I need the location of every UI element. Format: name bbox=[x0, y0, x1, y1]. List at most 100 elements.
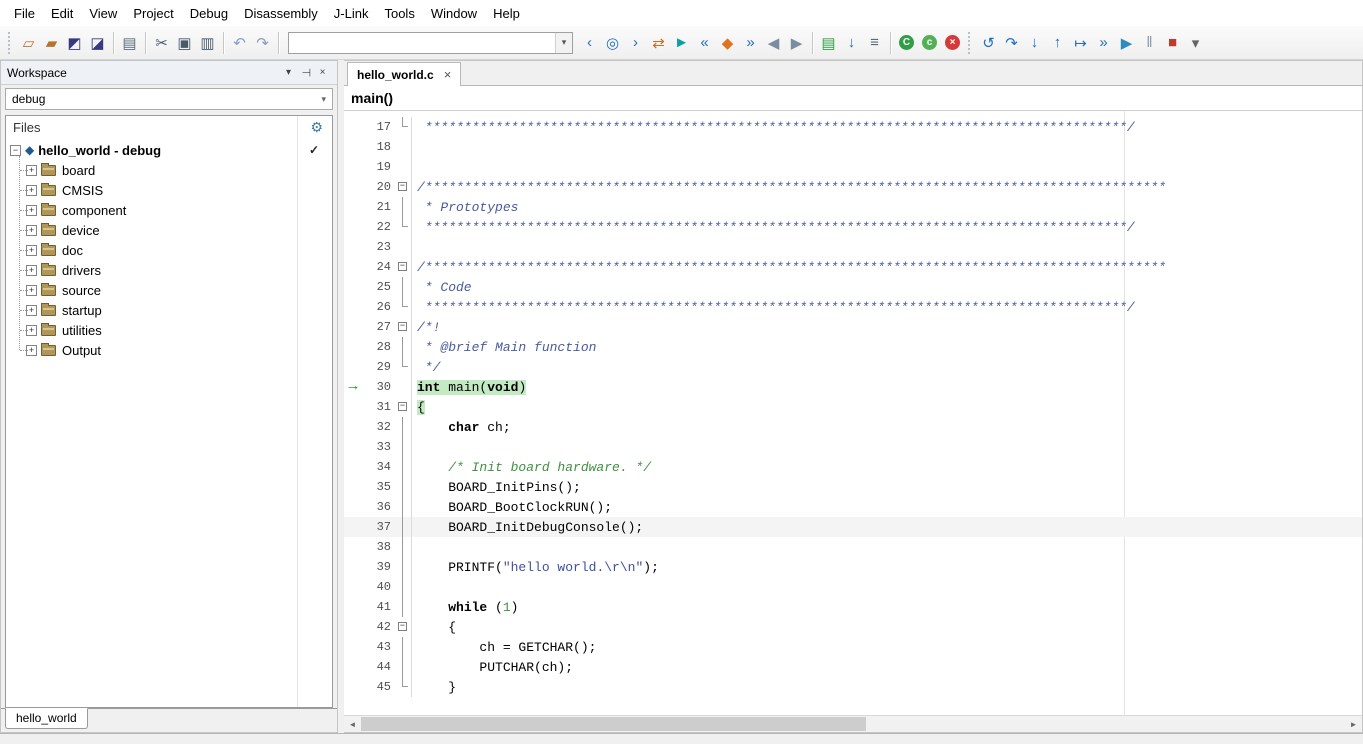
expand-icon[interactable]: + bbox=[26, 265, 37, 276]
window-menu-icon[interactable]: ▾ bbox=[280, 67, 297, 78]
code-line-43[interactable]: 43 ch = GETCHAR(); bbox=[344, 637, 1362, 657]
horizontal-scrollbar[interactable]: ◄ ► bbox=[344, 715, 1362, 732]
code-text[interactable]: ch = GETCHAR(); bbox=[412, 640, 1362, 655]
tree-item-output[interactable]: +Output bbox=[10, 340, 332, 360]
expand-icon[interactable]: + bbox=[26, 225, 37, 236]
fold-column[interactable] bbox=[396, 517, 412, 537]
tree-item-source[interactable]: +source bbox=[10, 280, 332, 300]
code-line-35[interactable]: 35 BOARD_InitPins(); bbox=[344, 477, 1362, 497]
tree-item-cmsis[interactable]: +CMSIS bbox=[10, 180, 332, 200]
fold-column[interactable] bbox=[396, 117, 412, 137]
code-line-17[interactable]: 17 *************************************… bbox=[344, 117, 1362, 137]
code-text[interactable]: * Prototypes bbox=[412, 200, 1362, 215]
fold-column[interactable] bbox=[396, 217, 412, 237]
code-line-24[interactable]: 24−/************************************… bbox=[344, 257, 1362, 277]
break-button[interactable]: ‖ bbox=[1138, 31, 1161, 54]
find-combo-input[interactable] bbox=[289, 33, 555, 53]
code-line-34[interactable]: 34 /* Init board hardware. */ bbox=[344, 457, 1362, 477]
code-text[interactable]: int main(void) bbox=[412, 380, 1362, 395]
code-line-33[interactable]: 33 bbox=[344, 437, 1362, 457]
reset-button[interactable]: ↺ bbox=[977, 31, 1000, 54]
expand-icon[interactable]: + bbox=[26, 165, 37, 176]
fold-column[interactable] bbox=[396, 137, 412, 157]
code-line-40[interactable]: 40 bbox=[344, 577, 1362, 597]
scroll-left-button[interactable]: ◄ bbox=[344, 716, 361, 732]
fold-column[interactable] bbox=[396, 437, 412, 457]
copy-button[interactable]: ▣ bbox=[173, 31, 196, 54]
tree-item-component[interactable]: +component bbox=[10, 200, 332, 220]
code-line-29[interactable]: 29 */ bbox=[344, 357, 1362, 377]
crun-stop-button[interactable]: × bbox=[941, 31, 964, 54]
step-into-button[interactable]: ↓ bbox=[1023, 31, 1046, 54]
code-area[interactable]: 17 *************************************… bbox=[344, 111, 1362, 715]
code-text[interactable]: } bbox=[412, 680, 1362, 695]
fold-column[interactable] bbox=[396, 637, 412, 657]
previous-bookmark-button[interactable]: « bbox=[693, 31, 716, 54]
execution-arrow-icon[interactable]: → bbox=[344, 378, 362, 396]
code-line-26[interactable]: 26 *************************************… bbox=[344, 297, 1362, 317]
step-over-button[interactable]: ↷ bbox=[1000, 31, 1023, 54]
paste-button[interactable]: ▥ bbox=[196, 31, 219, 54]
fold-collapse-icon[interactable]: − bbox=[398, 402, 407, 411]
toolbar-more-button[interactable]: ▾ bbox=[1184, 31, 1207, 54]
gear-icon[interactable]: ⚙ bbox=[310, 119, 323, 136]
go-to-button[interactable]: ► bbox=[670, 31, 693, 54]
new-document-button[interactable]: ▱ bbox=[17, 31, 40, 54]
fold-column[interactable] bbox=[396, 457, 412, 477]
fold-column[interactable] bbox=[396, 537, 412, 557]
code-line-32[interactable]: 32 char ch; bbox=[344, 417, 1362, 437]
expand-icon[interactable]: + bbox=[26, 205, 37, 216]
menu-item-disassembly[interactable]: Disassembly bbox=[236, 2, 326, 25]
fold-collapse-icon[interactable]: − bbox=[398, 322, 407, 331]
fold-column[interactable] bbox=[396, 477, 412, 497]
expand-icon[interactable]: + bbox=[26, 345, 37, 356]
tab-close-icon[interactable]: × bbox=[444, 67, 452, 82]
code-line-45[interactable]: 45 } bbox=[344, 677, 1362, 697]
pin-icon[interactable]: ⊤ bbox=[297, 66, 314, 79]
save-button[interactable]: ◩ bbox=[63, 31, 86, 54]
code-text[interactable]: PUTCHAR(ch); bbox=[412, 660, 1362, 675]
code-text[interactable]: /* Init board hardware. */ bbox=[412, 460, 1362, 475]
expand-icon[interactable]: + bbox=[26, 245, 37, 256]
code-text[interactable]: BOARD_InitPins(); bbox=[412, 480, 1362, 495]
fold-column[interactable] bbox=[396, 677, 412, 697]
code-line-37[interactable]: 37 BOARD_InitDebugConsole(); bbox=[344, 517, 1362, 537]
menu-item-debug[interactable]: Debug bbox=[182, 2, 236, 25]
replace-button[interactable]: ⇄ bbox=[647, 31, 670, 54]
menu-item-edit[interactable]: Edit bbox=[43, 2, 81, 25]
cstat-clear-button[interactable]: c bbox=[918, 31, 941, 54]
fold-column[interactable] bbox=[396, 237, 412, 257]
code-line-38[interactable]: 38 bbox=[344, 537, 1362, 557]
code-line-41[interactable]: 41 while (1) bbox=[344, 597, 1362, 617]
code-line-25[interactable]: 25 * Code bbox=[344, 277, 1362, 297]
code-text[interactable]: /*! bbox=[412, 320, 1362, 335]
next-bookmark-button[interactable]: » bbox=[739, 31, 762, 54]
cut-button[interactable]: ✂ bbox=[150, 31, 173, 54]
fold-column[interactable] bbox=[396, 297, 412, 317]
step-out-button[interactable]: ↑ bbox=[1046, 31, 1069, 54]
fold-column[interactable] bbox=[396, 557, 412, 577]
scrollbar-track[interactable] bbox=[361, 716, 1345, 732]
stop-debug-button[interactable]: ■ bbox=[1161, 31, 1184, 54]
fold-collapse-icon[interactable]: − bbox=[398, 182, 407, 191]
code-line-23[interactable]: 23 bbox=[344, 237, 1362, 257]
code-text[interactable]: { bbox=[412, 400, 1362, 415]
tree-item-doc[interactable]: +doc bbox=[10, 240, 332, 260]
undo-button[interactable]: ↶ bbox=[228, 31, 251, 54]
code-text[interactable]: */ bbox=[412, 360, 1362, 375]
find-previous-button[interactable]: ‹ bbox=[578, 31, 601, 54]
fold-column[interactable] bbox=[396, 577, 412, 597]
fold-column[interactable]: − bbox=[396, 317, 412, 337]
tree-item-device[interactable]: +device bbox=[10, 220, 332, 240]
tree-item-utilities[interactable]: +utilities bbox=[10, 320, 332, 340]
code-text[interactable]: while (1) bbox=[412, 600, 1362, 615]
build-log-button[interactable]: ≡ bbox=[863, 31, 886, 54]
save-all-button[interactable]: ◪ bbox=[86, 31, 109, 54]
fold-column[interactable] bbox=[396, 157, 412, 177]
scrollbar-thumb[interactable] bbox=[361, 717, 866, 731]
code-text[interactable]: ****************************************… bbox=[412, 120, 1362, 135]
code-line-42[interactable]: 42− { bbox=[344, 617, 1362, 637]
run-to-cursor-button[interactable]: » bbox=[1092, 31, 1115, 54]
config-dropdown[interactable]: debug ▾ bbox=[5, 88, 333, 110]
menu-item-view[interactable]: View bbox=[81, 2, 125, 25]
